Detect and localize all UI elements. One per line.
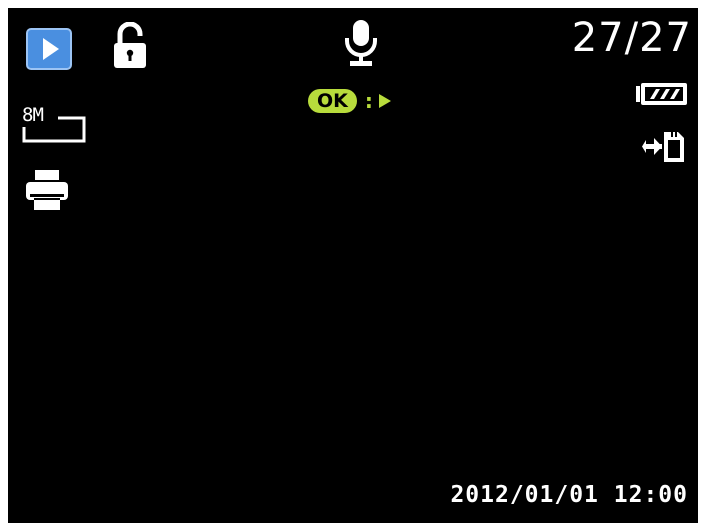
voice-memo-playback-hint: OK : [308,86,391,116]
capture-datetime: 2012/01/01 12:00 [450,482,688,508]
camera-screen: 27/27 OK : 8M 2012/01/01 12:00 [8,8,698,523]
ok-button-badge: OK [308,89,357,113]
resolution-indicator: 8M [22,104,88,144]
battery-full-icon [636,82,688,106]
image-counter: 27/27 [571,15,692,61]
play-triangle-icon [378,94,391,108]
playback-mode-icon [26,28,72,70]
microphone-icon [341,18,381,68]
printer-icon [24,168,70,212]
hint-separator: : [364,89,373,113]
memory-card-transfer-icon [642,130,686,164]
unlocked-padlock-icon [112,22,148,70]
